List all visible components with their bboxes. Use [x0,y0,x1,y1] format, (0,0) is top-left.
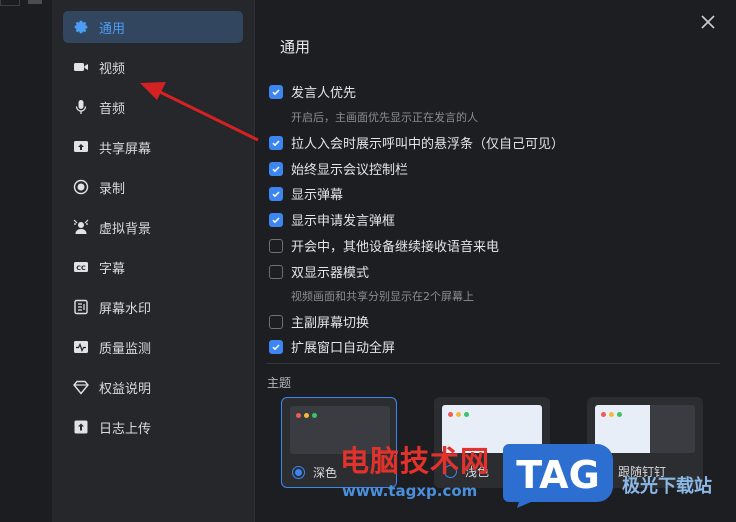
checkbox[interactable] [269,161,283,176]
checkbox[interactable] [269,264,283,279]
check-icon [272,190,280,197]
theme-option-label: 浅色 [465,465,490,479]
theme-section-label: 主题 [267,376,292,390]
check-icon [272,139,280,146]
check-icon [272,88,280,95]
checkbox[interactable] [269,84,283,99]
checkbox[interactable] [269,186,283,201]
sidebar-item-share-screen[interactable]: 共享屏幕 [63,131,243,163]
sidebar-item-label: 通用 [99,21,126,37]
sidebar-item-label: 视频 [99,61,126,77]
option-show-danmaku[interactable]: 显示弹幕 [269,184,343,203]
sidebar-item-captions[interactable]: CC 字幕 [63,251,243,283]
virtual-background-icon [72,218,90,236]
settings-sidebar: 通用 视频 音频 共享屏幕 录制 虚拟背景 CC 字幕 屏幕水印 质量监测 权益… [52,0,255,522]
option-label: 始终显示会议控制栏 [291,163,409,178]
option-label: 主副屏幕切换 [291,316,370,331]
check-icon [272,216,280,223]
checkbox[interactable] [269,212,283,227]
option-label: 双显示器模式 [291,266,370,281]
microphone-icon [72,98,90,116]
background-window-strip [0,0,52,522]
divider [266,363,720,364]
quality-monitor-icon [72,338,90,356]
checkbox[interactable] [269,135,283,150]
option-dual-monitor[interactable]: 双显示器模式 [269,262,369,281]
sidebar-item-record[interactable]: 录制 [63,171,243,203]
sidebar-item-virtual-background[interactable]: 虚拟背景 [63,211,243,243]
theme-option-label: 跟随钉钉 [618,465,667,479]
sidebar-item-audio[interactable]: 音频 [63,91,243,123]
option-hint: 视频画面和共享分别显示在2个屏幕上 [291,290,474,303]
option-speaker-priority[interactable]: 发言人优先 [269,82,356,101]
radio-button[interactable] [597,465,610,478]
sidebar-item-label: 日志上传 [99,421,152,437]
sidebar-item-video[interactable]: 视频 [63,51,243,83]
option-label: 显示弹幕 [291,188,344,203]
option-auto-fullscreen[interactable]: 扩展窗口自动全屏 [269,337,395,356]
option-show-speak-request[interactable]: 显示申请发言弹框 [269,210,395,229]
checkbox[interactable] [269,238,283,253]
option-other-device-calls[interactable]: 开会中，其他设备继续接收语音来电 [269,236,499,255]
radio-button[interactable] [444,465,457,478]
theme-preview-light [442,405,542,453]
option-swap-screens[interactable]: 主副屏幕切换 [269,312,369,331]
sidebar-item-label: 虚拟背景 [99,221,152,237]
theme-preview-follow [595,405,695,453]
sidebar-item-label: 字幕 [99,261,126,277]
theme-option-label: 深色 [313,466,338,480]
close-icon[interactable] [700,14,716,30]
sidebar-item-label: 权益说明 [99,381,152,397]
option-label: 显示申请发言弹框 [291,214,396,229]
option-label: 开会中，其他设备继续接收语音来电 [291,240,500,255]
sidebar-item-quality-monitor[interactable]: 质量监测 [63,331,243,363]
background-window-fragment [28,0,42,4]
background-window-fragment [0,0,20,6]
diamond-icon [72,378,90,396]
sidebar-item-benefits[interactable]: 权益说明 [63,371,243,403]
theme-preview-dark [290,406,390,454]
checkbox[interactable] [269,339,283,354]
sidebar-item-label: 录制 [99,181,126,197]
check-icon [272,343,280,350]
theme-option-dark[interactable]: 深色 [281,397,397,488]
option-call-floating-bar[interactable]: 拉人入会时展示呼叫中的悬浮条（仅自己可见） [269,133,564,152]
video-camera-icon [72,58,90,76]
svg-text:CC: CC [76,264,86,272]
option-hint: 开启后，主画面优先显示正在发言的人 [291,111,478,124]
theme-option-light[interactable]: 浅色 [434,397,550,488]
sidebar-item-log-upload[interactable]: 日志上传 [63,411,243,443]
sidebar-item-label: 质量监测 [99,341,152,357]
option-label: 扩展窗口自动全屏 [291,341,396,356]
captions-icon: CC [72,258,90,276]
record-icon [72,178,90,196]
sidebar-item-general[interactable]: 通用 [63,11,243,43]
radio-button[interactable] [292,466,305,479]
sidebar-item-label: 音频 [99,101,126,117]
option-always-show-control-bar[interactable]: 始终显示会议控制栏 [269,159,408,178]
watermark-icon [72,298,90,316]
check-icon [272,165,280,172]
checkbox[interactable] [269,314,283,329]
gear-icon [72,18,90,36]
upload-log-icon [72,418,90,436]
sidebar-item-label: 屏幕水印 [99,301,152,317]
page-title: 通用 [280,38,311,56]
option-label: 拉人入会时展示呼叫中的悬浮条（仅自己可见） [291,137,565,152]
sidebar-item-label: 共享屏幕 [99,141,152,157]
option-label: 发言人优先 [291,86,357,101]
theme-option-follow-dingtalk[interactable]: 跟随钉钉 [587,397,703,488]
settings-content: 通用 发言人优先 开启后，主画面优先显示正在发言的人 拉人入会时展示呼叫中的悬浮… [256,0,736,522]
sidebar-item-screen-watermark[interactable]: 屏幕水印 [63,291,243,323]
share-screen-icon [72,138,90,156]
